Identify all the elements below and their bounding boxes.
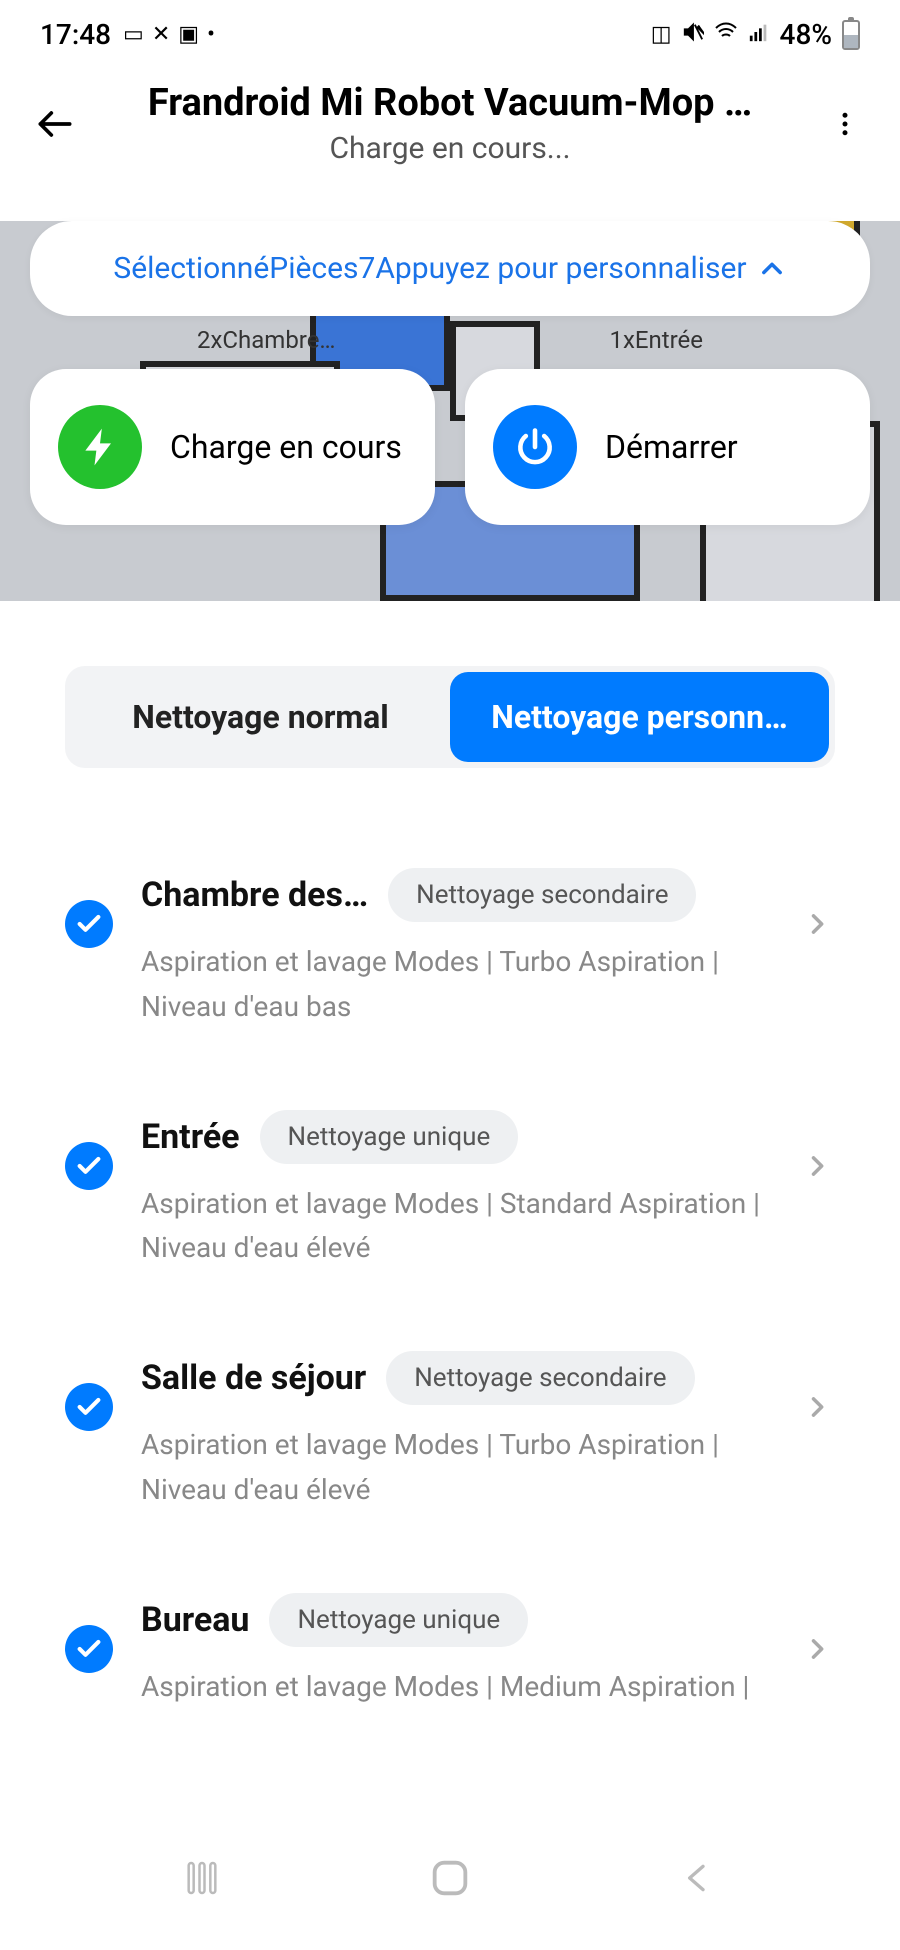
check-icon[interactable] — [65, 1625, 113, 1673]
check-icon[interactable] — [65, 1383, 113, 1431]
charge-status-card[interactable]: Charge en cours — [30, 369, 435, 525]
missed-call-icon: ✕ — [152, 22, 170, 47]
check-icon[interactable] — [65, 900, 113, 948]
power-icon — [493, 405, 577, 489]
room-desc: Aspiration et lavage Modes | Turbo Aspir… — [141, 940, 771, 1030]
chevron-right-icon — [799, 1148, 835, 1184]
chevron-up-icon — [757, 254, 787, 284]
charge-icon — [58, 405, 142, 489]
page-title: Frandroid Mi Robot Vacuum-Mop … — [100, 81, 800, 125]
map-area[interactable]: SélectionnéPièces7Appuyez pour personnal… — [0, 221, 900, 601]
home-button[interactable] — [427, 1855, 473, 1905]
selection-banner[interactable]: SélectionnéPièces7Appuyez pour personnal… — [30, 221, 870, 316]
start-button[interactable]: Démarrer — [465, 369, 870, 525]
room-name: Entrée — [141, 1117, 240, 1157]
start-label: Démarrer — [605, 427, 738, 467]
room-badge: Nettoyage unique — [269, 1593, 528, 1647]
recents-button[interactable] — [182, 1858, 222, 1902]
signal-icon — [748, 21, 770, 49]
page-subtitle: Charge en cours... — [100, 131, 800, 166]
tab-normal[interactable]: Nettoyage normal — [71, 672, 450, 762]
battery-icon — [842, 20, 860, 50]
chevron-right-icon — [799, 906, 835, 942]
room-item[interactable]: Chambre des… Nettoyage secondaire Aspira… — [65, 828, 835, 1070]
charge-label: Charge en cours — [170, 427, 402, 467]
room-desc: Aspiration et lavage Modes | Turbo Aspir… — [141, 1423, 771, 1513]
room-desc: Aspiration et lavage Modes | Medium Aspi… — [141, 1665, 771, 1710]
room-name: Bureau — [141, 1600, 249, 1640]
status-bar: 17:48 ▭ ✕ ▣ • ◫ 48% — [0, 0, 900, 61]
check-icon[interactable] — [65, 1142, 113, 1190]
room-desc: Aspiration et lavage Modes | Standard As… — [141, 1182, 771, 1272]
image-icon: ▣ — [178, 22, 199, 47]
system-nav-bar — [0, 1810, 900, 1950]
chevron-right-icon — [799, 1389, 835, 1425]
selection-text: SélectionnéPièces7Appuyez pour personnal… — [113, 251, 746, 286]
chevron-right-icon — [799, 1631, 835, 1667]
back-nav-button[interactable] — [678, 1858, 718, 1902]
room-item[interactable]: Salle de séjour Nettoyage secondaire Asp… — [65, 1311, 835, 1553]
map-label-chambre: 2xChambre… — [197, 326, 336, 354]
map-label-entree: 1xEntrée — [609, 326, 703, 354]
status-time: 17:48 — [40, 18, 111, 51]
room-badge: Nettoyage unique — [260, 1110, 519, 1164]
settings-panel: Nettoyage normal Nettoyage personn… Cham… — [25, 616, 875, 1826]
wifi-icon — [714, 20, 738, 50]
back-button[interactable] — [30, 99, 80, 149]
room-badge: Nettoyage secondaire — [386, 1351, 694, 1405]
tab-custom[interactable]: Nettoyage personn… — [450, 672, 829, 762]
room-badge: Nettoyage secondaire — [388, 868, 696, 922]
app-header: Frandroid Mi Robot Vacuum-Mop … Charge e… — [0, 61, 900, 196]
room-item[interactable]: Entrée Nettoyage unique Aspiration et la… — [65, 1070, 835, 1312]
room-name: Salle de séjour — [141, 1358, 366, 1398]
mute-icon — [682, 21, 704, 49]
battery-percent: 48% — [780, 18, 832, 51]
cleaning-mode-tabs: Nettoyage normal Nettoyage personn… — [65, 666, 835, 768]
room-item[interactable]: Bureau Nettoyage unique Aspiration et la… — [65, 1553, 835, 1750]
more-menu-button[interactable] — [820, 109, 870, 139]
vr-icon: ▭ — [123, 22, 144, 47]
dot-icon: • — [207, 22, 215, 47]
saver-icon: ◫ — [651, 22, 672, 47]
room-name: Chambre des… — [141, 875, 368, 915]
